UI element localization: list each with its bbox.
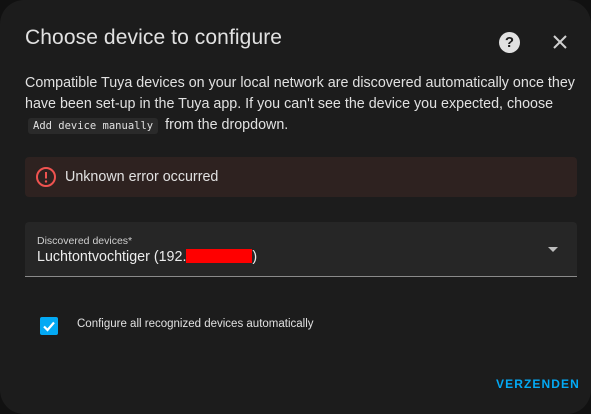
alert-circle-icon [36, 167, 56, 187]
select-value: Luchtontvochtiger (192.) [37, 249, 257, 265]
dialog-title: Choose device to configure [25, 26, 283, 49]
config-dialog: Choose device to configure ? Compatible … [0, 0, 591, 414]
help-circle-icon: ? [504, 34, 515, 51]
select-value-prefix: Luchtontvochtiger (192. [37, 249, 187, 265]
dialog-description: Compatible Tuya devices on your local ne… [25, 73, 575, 137]
checkmark-icon [43, 321, 55, 332]
add-device-manually-code: Add device manually [28, 118, 159, 134]
description-text-end: from the dropdown. [165, 117, 289, 133]
auto-configure-label: Configure all recognized devices automat… [77, 318, 314, 330]
redaction-block [186, 249, 253, 263]
submit-button[interactable]: VERZENDEN [496, 377, 580, 391]
error-alert: Unknown error occurred [25, 157, 577, 197]
description-text: Compatible Tuya devices on your local ne… [25, 75, 575, 112]
select-value-suffix: ) [252, 249, 258, 265]
auto-configure-checkbox[interactable] [40, 317, 58, 335]
error-message: Unknown error occurred [65, 169, 219, 185]
select-label: Discovered devices* [37, 235, 133, 247]
chevron-down-icon [548, 247, 558, 252]
discovered-devices-select[interactable]: Discovered devices* Luchtontvochtiger (1… [25, 222, 577, 277]
close-icon[interactable] [551, 33, 569, 51]
help-button[interactable]: ? [499, 32, 520, 53]
